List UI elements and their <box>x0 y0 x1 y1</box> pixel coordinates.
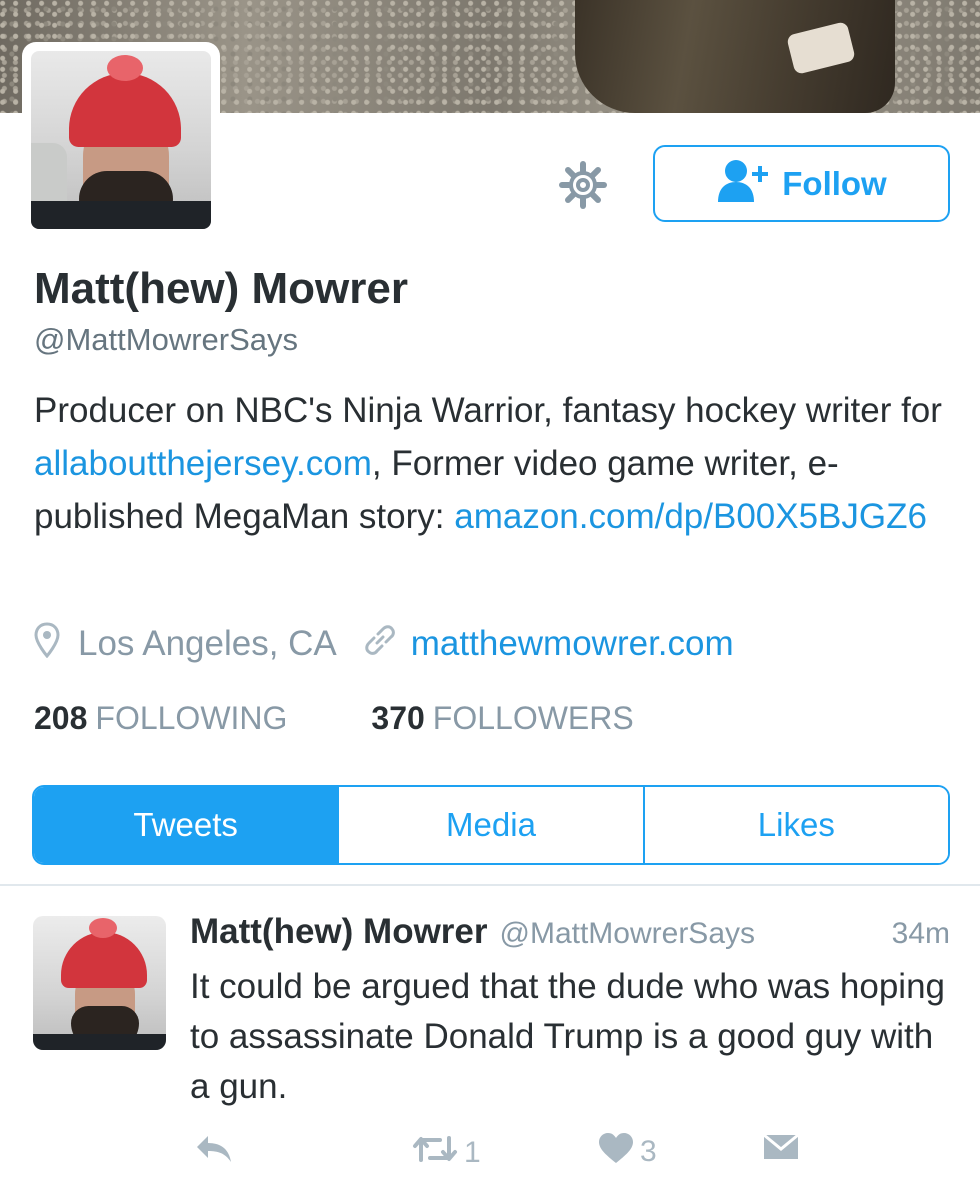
tab-tweets[interactable]: Tweets <box>34 787 338 863</box>
tab-likes[interactable]: Likes <box>642 787 948 863</box>
envelope-icon <box>762 1132 800 1170</box>
tweet-timestamp[interactable]: 34m <box>892 917 950 951</box>
bio-text: Producer on NBC's Ninja Warrior, fantasy… <box>34 391 942 430</box>
tweet-avatar[interactable] <box>33 916 166 1050</box>
tweet-text: It could be argued that the dude who was… <box>190 967 945 1106</box>
profile-location: Los Angeles, CA <box>78 624 337 663</box>
like-count: 3 <box>640 1135 657 1168</box>
divider <box>0 884 980 886</box>
following-stat[interactable]: 208 FOLLOWING <box>34 700 287 737</box>
tweet-author-name[interactable]: Matt(hew) Mowrer <box>190 912 488 952</box>
profile-avatar[interactable] <box>22 42 220 238</box>
profile-website[interactable]: matthewmowrer.com <box>411 624 734 664</box>
profile-meta: Los Angeles, CA matthewmowrer.com <box>34 617 734 671</box>
add-user-icon <box>716 158 772 210</box>
avatar-photo <box>31 51 211 229</box>
followers-label: FOLLOWERS <box>432 700 634 736</box>
reply-icon <box>194 1132 234 1174</box>
tweet-author-handle[interactable]: @MattMowrerSays <box>500 917 756 951</box>
profile-name: Matt(hew) Mowrer <box>34 264 408 313</box>
direct-message-button[interactable] <box>762 1132 800 1170</box>
bio-link-amazon[interactable]: amazon.com/dp/B00X5BJGZ6 <box>454 497 927 536</box>
location-pin-icon <box>34 621 60 667</box>
profile-handle: @MattMowrerSays <box>34 322 299 357</box>
retweet-count: 1 <box>464 1136 481 1169</box>
like-button[interactable]: 3 <box>598 1132 657 1172</box>
followers-stat[interactable]: 370 FOLLOWERS <box>371 700 633 737</box>
bio-link-jersey[interactable]: allaboutthejersey.com <box>34 444 372 483</box>
follow-label: Follow <box>782 164 887 202</box>
follow-button[interactable]: Follow <box>653 145 950 222</box>
heart-icon <box>598 1132 634 1172</box>
following-count: 208 <box>34 700 88 736</box>
retweet-button[interactable]: 1 <box>412 1132 481 1174</box>
tweet-actions: 1 3 <box>190 1132 950 1176</box>
tab-media[interactable]: Media <box>337 787 643 863</box>
profile-stats: 208 FOLLOWING 370 FOLLOWERS <box>34 700 634 737</box>
profile-tabs: Tweets Media Likes <box>32 785 950 865</box>
gear-icon[interactable] <box>556 158 610 212</box>
link-icon <box>363 623 397 666</box>
reply-button[interactable] <box>194 1132 234 1174</box>
following-label: FOLLOWING <box>95 700 288 736</box>
tweet-header: Matt(hew) Mowrer @MattMowrerSays 34m <box>190 912 950 952</box>
followers-count: 370 <box>371 700 425 736</box>
retweet-icon <box>412 1132 458 1174</box>
profile-bio: Producer on NBC's Ninja Warrior, fantasy… <box>34 384 954 543</box>
